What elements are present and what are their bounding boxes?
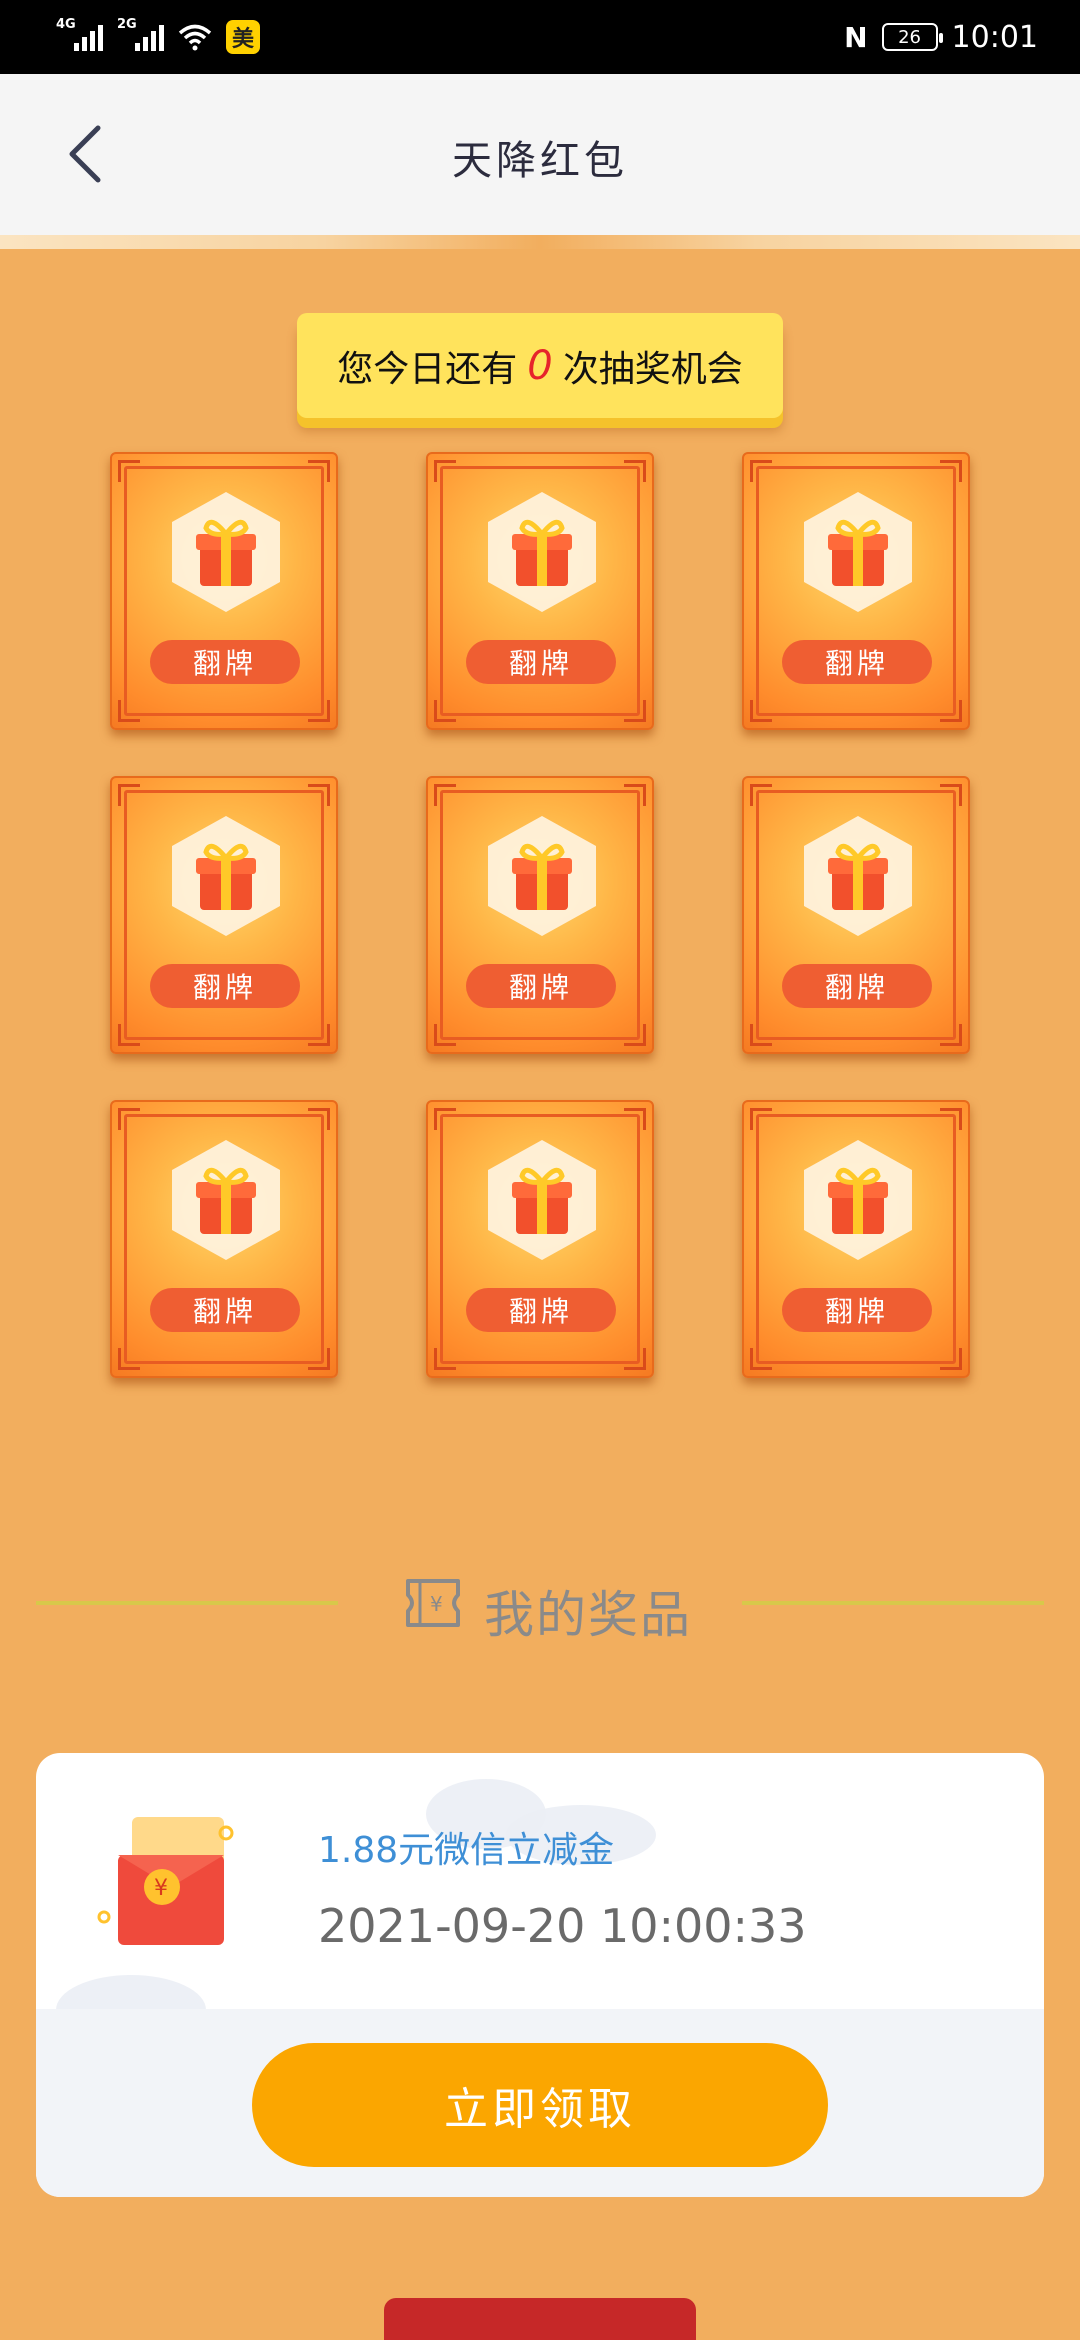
gift-icon — [172, 1140, 280, 1260]
nfc-icon: N — [844, 20, 868, 54]
gift-icon — [804, 1140, 912, 1260]
divider — [36, 1601, 338, 1605]
gift-icon — [804, 492, 912, 612]
flip-button-label: 翻牌 — [466, 964, 616, 1008]
battery-level: 26 — [898, 26, 921, 48]
flip-card-1[interactable]: 翻牌 — [110, 452, 338, 730]
app-notification-icon: 美 — [226, 20, 260, 54]
flip-button-label: 翻牌 — [466, 640, 616, 684]
signal-icon: 4G — [56, 17, 103, 51]
clock: 10:01 — [951, 19, 1038, 55]
gift-icon — [488, 492, 596, 612]
gift-icon — [172, 492, 280, 612]
flip-button-label: 翻牌 — [150, 964, 300, 1008]
flip-button-label: 翻牌 — [782, 964, 932, 1008]
my-prizes-header: ¥ 我的奖品 — [0, 1565, 1080, 1645]
chances-suffix: 次抽奖机会 — [562, 348, 743, 390]
bottom-tab[interactable] — [384, 2298, 696, 2340]
status-left: 4G 2G 美 — [56, 17, 260, 54]
section-title: 我的奖品 — [484, 1586, 692, 1644]
wifi-icon — [178, 24, 212, 51]
flip-card-6[interactable]: 翻牌 — [742, 776, 970, 1054]
flip-card-9[interactable]: 翻牌 — [742, 1100, 970, 1378]
flip-card-2[interactable]: 翻牌 — [426, 452, 654, 730]
gift-icon — [172, 816, 280, 936]
flip-card-5[interactable]: 翻牌 — [426, 776, 654, 1054]
status-right: N 26 10:01 — [844, 20, 1038, 55]
draw-chances-banner: 您今日还有 0 次抽奖机会 — [297, 313, 783, 418]
gift-icon — [488, 1140, 596, 1260]
gift-icon — [804, 816, 912, 936]
prize-timestamp: 2021-09-20 10:00:33 — [318, 1899, 807, 1953]
prize-card: ¥ 1.88元微信立减金 2021-09-20 10:00:33 立即领取 — [36, 1753, 1044, 2197]
ticket-icon: ¥ — [406, 1579, 460, 1627]
prize-name: 1.88元微信立减金 — [318, 1830, 615, 1871]
flip-button-label: 翻牌 — [782, 640, 932, 684]
battery-icon: 26 — [881, 23, 943, 51]
chevron-left-icon — [69, 125, 101, 183]
claim-now-button[interactable]: 立即领取 — [252, 2043, 828, 2167]
flip-button-label: 翻牌 — [466, 1288, 616, 1332]
svg-text:¥: ¥ — [430, 1592, 443, 1616]
flip-card-4[interactable]: 翻牌 — [110, 776, 338, 1054]
flip-button-label: 翻牌 — [150, 1288, 300, 1332]
back-button[interactable] — [56, 124, 116, 184]
flip-button-label: 翻牌 — [150, 640, 300, 684]
flip-card-7[interactable]: 翻牌 — [110, 1100, 338, 1378]
page-title: 天降红包 — [452, 137, 628, 184]
divider — [742, 1601, 1044, 1605]
gift-icon — [488, 816, 596, 936]
cloud-decoration — [0, 235, 1080, 249]
chances-prefix: 您今日还有 — [337, 348, 518, 390]
status-bar: 4G 2G 美 N 26 10:01 — [0, 0, 1080, 74]
nav-bar: 天降红包 — [0, 74, 1080, 239]
svg-text:¥: ¥ — [154, 1876, 168, 1901]
red-envelope-icon: ¥ — [97, 1817, 234, 1945]
chances-count: 0 — [527, 342, 553, 389]
flip-card-3[interactable]: 翻牌 — [742, 452, 970, 730]
flip-button-label: 翻牌 — [782, 1288, 932, 1332]
flip-card-8[interactable]: 翻牌 — [426, 1100, 654, 1378]
signal-icon: 2G — [117, 17, 164, 51]
